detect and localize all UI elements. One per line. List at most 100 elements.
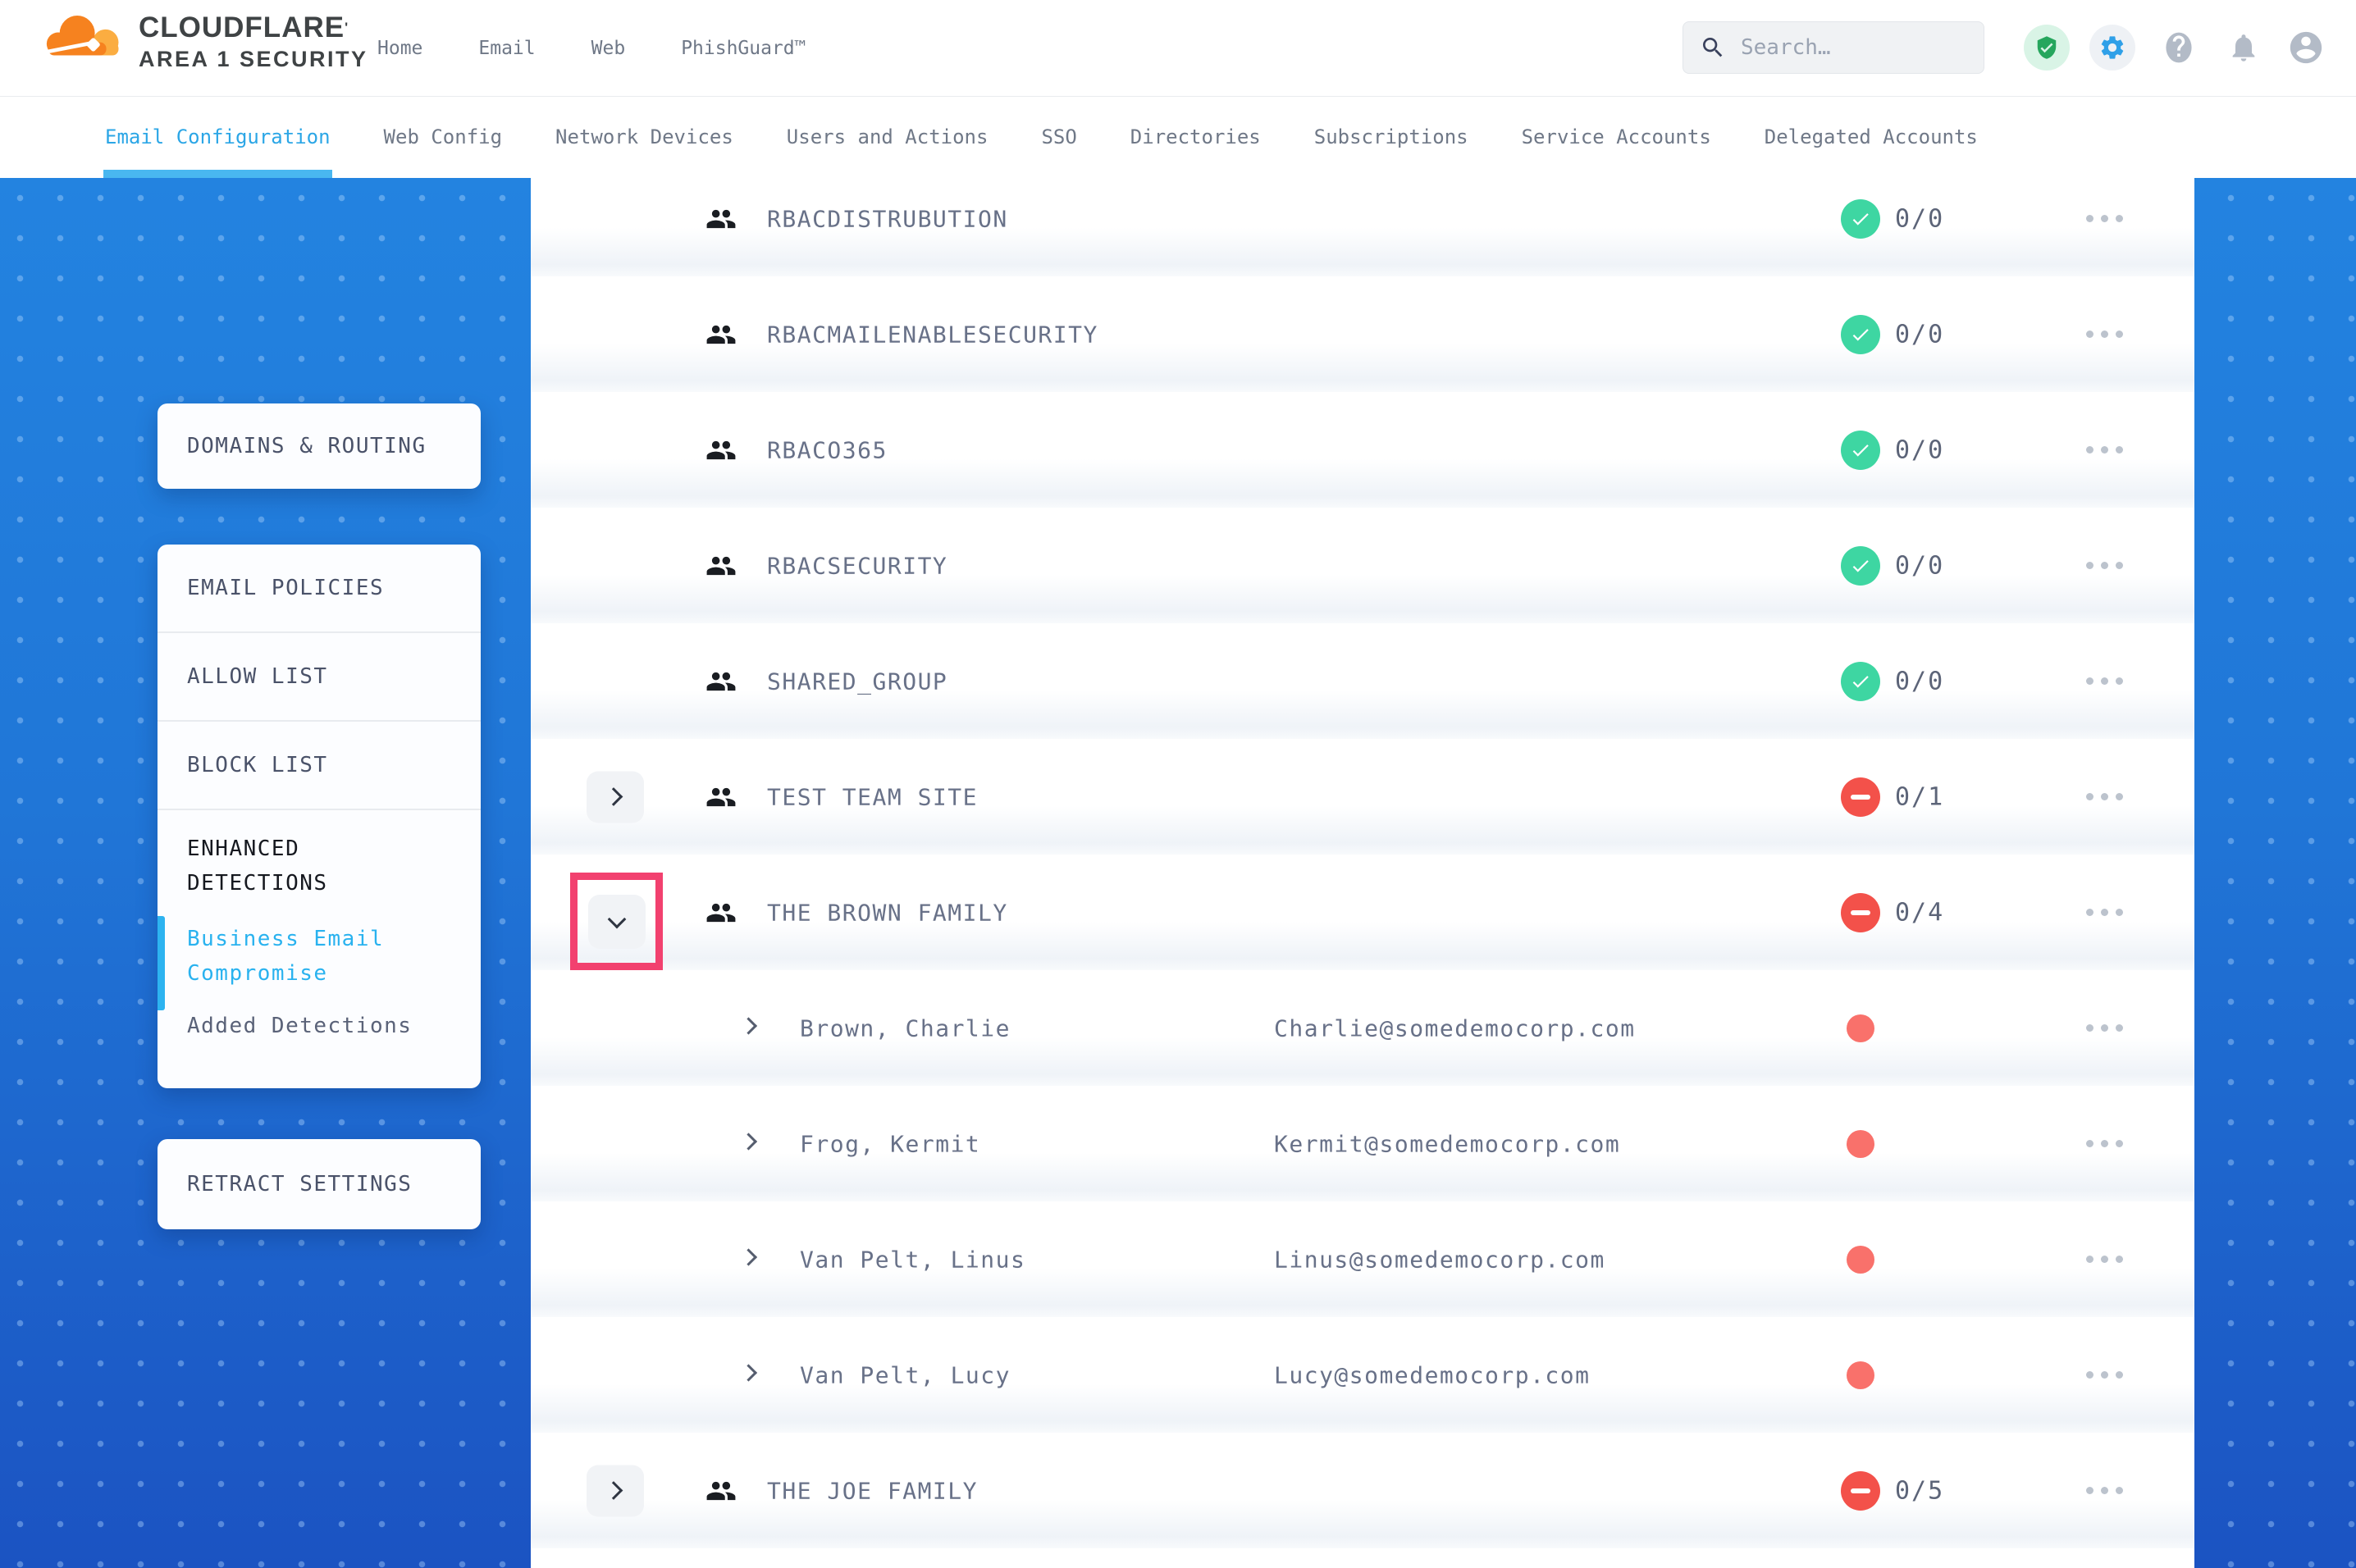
table-row[interactable]: RBACO365 0/0 [531,392,2194,508]
expand-group-button[interactable] [587,771,644,823]
tab-network-devices[interactable]: Network Devices [555,96,733,178]
alert-dot [1847,1014,1874,1042]
alert-dot [1847,1246,1874,1274]
search-icon [1700,34,1726,61]
tab-email-configuration[interactable]: Email Configuration [105,96,331,178]
chevron-right-icon[interactable] [740,1364,757,1381]
table-row[interactable]: RBACSECURITY 0/0 [531,508,2194,623]
table-row[interactable]: THE BROWN FAMILY 0/4 [531,855,2194,970]
status-blocked-badge [1841,777,1880,817]
sidebar-card-email-policies: EMAIL POLICIES ALLOW LIST BLOCK LIST ENH… [158,545,481,1088]
group-name: RBACO365 [767,436,888,463]
status-ok-badge [1841,199,1880,239]
check-icon [1850,324,1871,345]
enhanced-detections-section: ENHANCED DETECTIONS Business Email Compr… [158,810,481,1038]
tab-users-and-actions[interactable]: Users and Actions [787,96,989,178]
row-menu-button[interactable] [2071,663,2137,700]
primary-nav: Home Email Web PhishGuard™ [377,0,806,96]
table-row[interactable]: SHARED_GROUP 0/0 [531,623,2194,739]
sidebar-item-block-list[interactable]: BLOCK LIST [158,722,481,809]
group-name: RBACDISTRUBUTION [767,205,1008,232]
group-icon [705,666,737,697]
enhanced-detections-title: ENHANCED DETECTIONS [187,832,392,900]
chevron-right-icon[interactable] [740,1248,757,1265]
avatar-icon[interactable] [2287,29,2325,66]
sidebar-item-retract-settings[interactable]: RETRACT SETTINGS [158,1139,481,1229]
status-ok-badge [1841,546,1880,586]
cloudflare-cloud-icon [45,11,124,69]
app-window: CLOUDFLARE' AREA 1 SECURITY Home Email W… [0,0,2356,1568]
row-menu-button[interactable] [2071,779,2137,815]
search-box[interactable] [1683,21,1984,74]
member-count: 0/4 [1895,898,1944,927]
top-header: CLOUDFLARE' AREA 1 SECURITY Home Email W… [0,0,2356,97]
user-name: Van Pelt, Linus [800,1246,1025,1273]
nav-item-web[interactable]: Web [591,38,626,59]
chevron-right-icon [605,787,623,806]
table-row[interactable]: RBACDISTRUBUTION 0/0 [531,178,2194,276]
nav-item-email[interactable]: Email [478,38,535,59]
row-menu-button[interactable] [2071,1242,2137,1278]
row-menu-button[interactable] [2071,201,2137,237]
group-icon [705,319,737,350]
alert-dot [1847,1130,1874,1158]
gear-icon[interactable] [2089,25,2135,71]
table-row[interactable]: Brown, Charlie Charlie@somedemocorp.com [531,970,2194,1086]
row-menu-button[interactable] [2071,317,2137,353]
group-name: RBACSECURITY [767,552,947,579]
tab-delegated-accounts[interactable]: Delegated Accounts [1765,96,1978,178]
table-row[interactable]: Van Pelt, Linus Linus@somedemocorp.com [531,1201,2194,1317]
table-row[interactable]: RBACMAILENABLESECURITY 0/0 [531,276,2194,392]
collapse-group-button[interactable] [588,895,646,949]
logo-trademark: ' [345,20,349,35]
tab-subscriptions[interactable]: Subscriptions [1314,96,1468,178]
minus-icon [1851,795,1870,800]
security-shield-icon[interactable] [2024,25,2070,71]
table-row[interactable]: Frog, Kermit Kermit@somedemocorp.com [531,1086,2194,1201]
group-icon [705,782,737,813]
nav-item-phishguard[interactable]: PhishGuard™ [681,38,806,59]
alert-dot [1847,1361,1874,1389]
group-name: SHARED_GROUP [767,668,947,695]
sidebar-item-email-policies[interactable]: EMAIL POLICIES [158,545,481,631]
tab-web-config[interactable]: Web Config [384,96,503,178]
logo-subtitle: AREA 1 SECURITY [139,47,368,71]
tab-service-accounts[interactable]: Service Accounts [1522,96,1711,178]
table-row[interactable]: THE JOE FAMILY 0/5 [531,1433,2194,1548]
row-menu-button[interactable] [2071,1010,2137,1046]
chevron-right-icon[interactable] [740,1017,757,1034]
row-menu-button[interactable] [2071,895,2137,931]
member-count: 0/0 [1895,667,1944,695]
check-icon [1850,671,1871,692]
row-menu-button[interactable] [2071,548,2137,584]
sidebar-item-domains-routing[interactable]: DOMAINS & ROUTING [158,403,481,489]
cloudflare-logo[interactable]: CLOUDFLARE' AREA 1 SECURITY [45,11,368,74]
member-count: 0/0 [1895,551,1944,580]
row-menu-button[interactable] [2071,1473,2137,1509]
member-count: 0/5 [1895,1476,1944,1505]
member-count: 0/0 [1895,204,1944,233]
status-ok-badge [1841,662,1880,701]
table-row[interactable]: TEST TEAM SITE 0/1 [531,739,2194,855]
expand-group-button[interactable] [587,1465,644,1516]
group-name: THE BROWN FAMILY [767,899,1008,926]
sidebar-item-added-detections[interactable]: Added Detections [187,1014,451,1038]
help-icon[interactable] [2161,30,2197,66]
tab-sso[interactable]: SSO [1041,96,1076,178]
sidebar-item-allow-list[interactable]: ALLOW LIST [158,633,481,720]
nav-item-home[interactable]: Home [377,38,422,59]
bell-icon[interactable] [2227,31,2260,64]
sidebar-item-business-email-compromise[interactable]: Business Email Compromise [187,922,409,991]
row-menu-button[interactable] [2071,432,2137,468]
minus-icon [1851,1488,1870,1493]
search-input[interactable] [1739,34,1967,61]
chevron-right-icon[interactable] [740,1133,757,1150]
table-row[interactable]: Van Pelt, Lucy Lucy@somedemocorp.com [531,1317,2194,1433]
row-menu-button[interactable] [2071,1126,2137,1162]
group-icon [705,203,737,235]
chevron-down-icon [607,910,626,929]
tab-directories[interactable]: Directories [1130,96,1261,178]
row-menu-button[interactable] [2071,1357,2137,1393]
member-count: 0/1 [1895,782,1944,811]
check-icon [1850,555,1871,577]
